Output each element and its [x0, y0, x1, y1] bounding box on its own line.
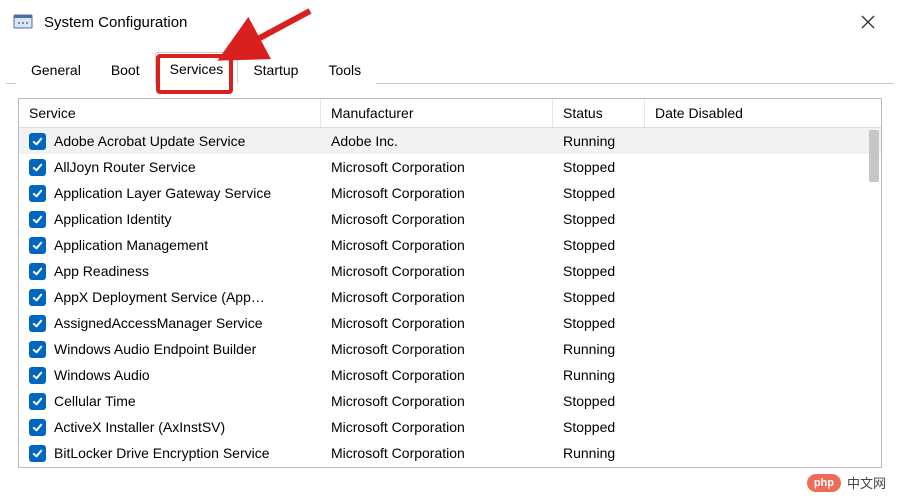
service-name: Windows Audio Endpoint Builder: [54, 341, 256, 357]
service-checkbox[interactable]: [29, 445, 46, 462]
service-manufacturer: Adobe Inc.: [321, 133, 553, 149]
service-manufacturer: Microsoft Corporation: [321, 289, 553, 305]
service-name: Adobe Acrobat Update Service: [54, 133, 245, 149]
service-checkbox[interactable]: [29, 289, 46, 306]
table-row[interactable]: AppX Deployment Service (App… Microsoft C…: [19, 284, 881, 310]
table-row[interactable]: AllJoyn Router Service Microsoft Corporat…: [19, 154, 881, 180]
service-checkbox[interactable]: [29, 419, 46, 436]
table-row[interactable]: Application Layer Gateway Service Microso…: [19, 180, 881, 206]
service-manufacturer: Microsoft Corporation: [321, 419, 553, 435]
service-status: Stopped: [553, 159, 645, 175]
column-header-date-disabled[interactable]: Date Disabled: [645, 99, 881, 127]
column-header-status[interactable]: Status: [553, 99, 645, 127]
table-row[interactable]: Application Identity Microsoft Corporatio…: [19, 206, 881, 232]
service-checkbox[interactable]: [29, 185, 46, 202]
list-header: Service Manufacturer Status Date Disable…: [19, 99, 881, 128]
services-list: Service Manufacturer Status Date Disable…: [18, 98, 882, 468]
service-checkbox[interactable]: [29, 133, 46, 150]
close-button[interactable]: [848, 7, 888, 37]
service-status: Stopped: [553, 185, 645, 201]
service-name: AllJoyn Router Service: [54, 159, 196, 175]
list-body[interactable]: Adobe Acrobat Update ServiceAdobe Inc.Ru…: [19, 128, 881, 467]
table-row[interactable]: Application Management Microsoft Corporat…: [19, 232, 881, 258]
tab-content: Service Manufacturer Status Date Disable…: [0, 84, 900, 468]
service-checkbox[interactable]: [29, 367, 46, 384]
service-status: Stopped: [553, 315, 645, 331]
service-checkbox[interactable]: [29, 159, 46, 176]
watermark-logo: php: [807, 474, 841, 492]
table-row[interactable]: AssignedAccessManager Service Microsoft C…: [19, 310, 881, 336]
service-status: Running: [553, 367, 645, 383]
watermark-text: 中文网: [847, 473, 886, 492]
service-manufacturer: Microsoft Corporation: [321, 393, 553, 409]
table-row[interactable]: Windows Audio Endpoint Builder Microsoft …: [19, 336, 881, 362]
service-name: Windows Audio: [54, 367, 150, 383]
service-checkbox[interactable]: [29, 315, 46, 332]
service-manufacturer: Microsoft Corporation: [321, 211, 553, 227]
column-header-service[interactable]: Service: [19, 99, 321, 127]
tab-strip: General Boot Services Startup Tools: [6, 44, 894, 84]
table-row[interactable]: App Readiness Microsoft CorporationStoppe…: [19, 258, 881, 284]
service-name: BitLocker Drive Encryption Service: [54, 445, 270, 461]
table-row[interactable]: BitLocker Drive Encryption Service Micros…: [19, 440, 881, 466]
service-checkbox[interactable]: [29, 263, 46, 280]
table-row[interactable]: Cellular Time Microsoft CorporationStoppe…: [19, 388, 881, 414]
tab-services[interactable]: Services: [155, 52, 239, 84]
service-manufacturer: Microsoft Corporation: [321, 367, 553, 383]
service-status: Stopped: [553, 393, 645, 409]
service-checkbox[interactable]: [29, 211, 46, 228]
service-status: Stopped: [553, 289, 645, 305]
service-status: Running: [553, 445, 645, 461]
service-name: Application Identity: [54, 211, 172, 227]
table-row[interactable]: ActiveX Installer (AxInstSV) Microsoft Co…: [19, 414, 881, 440]
table-row[interactable]: Adobe Acrobat Update Service Adobe Inc.Ru…: [19, 128, 881, 154]
service-status: Stopped: [553, 211, 645, 227]
service-checkbox[interactable]: [29, 341, 46, 358]
service-manufacturer: Microsoft Corporation: [321, 185, 553, 201]
service-manufacturer: Microsoft Corporation: [321, 315, 553, 331]
service-manufacturer: Microsoft Corporation: [321, 159, 553, 175]
service-checkbox[interactable]: [29, 237, 46, 254]
watermark: php 中文网: [807, 473, 886, 492]
service-name: ActiveX Installer (AxInstSV): [54, 419, 225, 435]
scrollbar[interactable]: [869, 130, 879, 465]
service-name: AppX Deployment Service (App…: [54, 289, 265, 305]
service-status: Stopped: [553, 419, 645, 435]
service-name: Application Layer Gateway Service: [54, 185, 271, 201]
msconfig-icon: [12, 11, 34, 33]
service-status: Running: [553, 341, 645, 357]
service-name: App Readiness: [54, 263, 149, 279]
service-manufacturer: Microsoft Corporation: [321, 445, 553, 461]
scrollbar-thumb[interactable]: [869, 130, 879, 182]
service-manufacturer: Microsoft Corporation: [321, 341, 553, 357]
service-status: Stopped: [553, 263, 645, 279]
tab-general[interactable]: General: [16, 53, 96, 84]
window-title: System Configuration: [44, 14, 848, 31]
column-header-manufacturer[interactable]: Manufacturer: [321, 99, 553, 127]
service-manufacturer: Microsoft Corporation: [321, 263, 553, 279]
tab-boot[interactable]: Boot: [96, 53, 155, 84]
service-manufacturer: Microsoft Corporation: [321, 237, 553, 253]
service-status: Stopped: [553, 237, 645, 253]
titlebar: System Configuration: [0, 0, 900, 44]
service-checkbox[interactable]: [29, 393, 46, 410]
tab-startup[interactable]: Startup: [238, 53, 313, 84]
service-name: AssignedAccessManager Service: [54, 315, 263, 331]
service-name: Application Management: [54, 237, 208, 253]
table-row[interactable]: Windows Audio Microsoft CorporationRunnin…: [19, 362, 881, 388]
service-name: Cellular Time: [54, 393, 136, 409]
tab-tools[interactable]: Tools: [313, 53, 376, 84]
service-status: Running: [553, 133, 645, 149]
